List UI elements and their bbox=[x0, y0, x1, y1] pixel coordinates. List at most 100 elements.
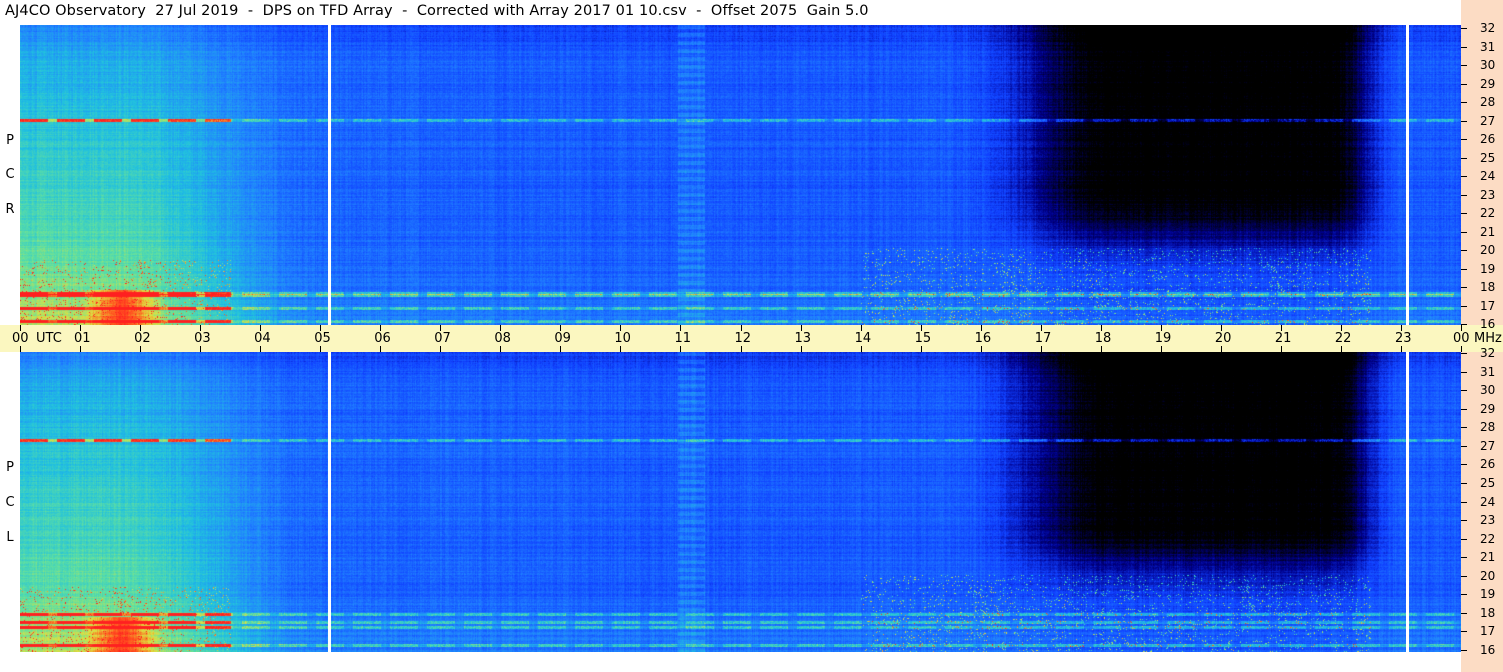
data-gap-line bbox=[1405, 25, 1409, 325]
mhz-unit-label: MHz bbox=[1474, 331, 1502, 346]
frequency-tick-label: 21 bbox=[1480, 224, 1496, 239]
time-tick-mark bbox=[440, 325, 442, 331]
frequency-tick-label: 28 bbox=[1480, 95, 1496, 109]
frequency-tick-label: 18 bbox=[1480, 605, 1496, 620]
time-tick-mark bbox=[800, 346, 802, 352]
time-tick-mark bbox=[1400, 325, 1402, 331]
time-tick-mark bbox=[500, 346, 502, 352]
frequency-tick-mark bbox=[1461, 120, 1467, 122]
frequency-tick-label: 19 bbox=[1480, 587, 1496, 602]
frequency-tick-label: 16 bbox=[1480, 317, 1496, 331]
time-tick-mark bbox=[140, 325, 142, 331]
time-tick-mark bbox=[1400, 346, 1402, 352]
time-tick-mark bbox=[1100, 346, 1102, 352]
time-tick-mark bbox=[1220, 325, 1222, 331]
frequency-tick-mark bbox=[1461, 28, 1467, 29]
frequency-tick-label: 21 bbox=[1480, 550, 1496, 565]
time-tick-mark bbox=[80, 325, 82, 331]
time-tick-label: 17 bbox=[1034, 331, 1052, 346]
time-tick-label: 22 bbox=[1334, 331, 1352, 346]
frequency-tick-mark bbox=[1461, 575, 1467, 577]
time-tick-label: 01 bbox=[74, 331, 91, 346]
time-tick-mark bbox=[500, 325, 502, 331]
time-tick-label: 00 bbox=[12, 331, 29, 346]
time-tick-mark bbox=[320, 346, 322, 352]
lcp-spectrogram bbox=[20, 352, 1461, 652]
time-tick-label: 18 bbox=[1094, 331, 1112, 346]
frequency-tick-label: 18 bbox=[1480, 280, 1496, 294]
frequency-tick-label: 22 bbox=[1480, 206, 1496, 220]
time-tick-mark bbox=[1220, 346, 1222, 352]
lcp-spectrogram-panel bbox=[20, 352, 1461, 652]
time-tick-mark bbox=[380, 346, 382, 352]
frequency-tick-label: 16 bbox=[1480, 643, 1496, 657]
lcp-letter-p: P bbox=[6, 460, 14, 475]
time-tick-mark bbox=[980, 325, 982, 331]
time-tick-mark bbox=[740, 346, 742, 352]
time-tick-mark bbox=[860, 325, 862, 331]
rcp-letter-r: R bbox=[5, 202, 15, 217]
time-tick-mark bbox=[1461, 325, 1462, 331]
frequency-tick-mark bbox=[1461, 482, 1467, 484]
time-tick-mark bbox=[1160, 325, 1162, 331]
time-tick-mark bbox=[800, 325, 802, 331]
frequency-tick-mark bbox=[1461, 176, 1467, 177]
time-tick-mark bbox=[1100, 325, 1102, 331]
frequency-tick-mark bbox=[1461, 445, 1467, 447]
time-tick-mark bbox=[860, 346, 862, 352]
frequency-tick-mark bbox=[1461, 408, 1467, 410]
frequency-tick-mark bbox=[1461, 46, 1467, 48]
time-tick-label: 02 bbox=[134, 331, 151, 346]
frequency-tick-label: 23 bbox=[1480, 513, 1496, 528]
frequency-tick-label: 27 bbox=[1480, 113, 1496, 128]
time-tick-label: 00 bbox=[1453, 331, 1470, 346]
frequency-tick-label: 30 bbox=[1480, 58, 1496, 72]
data-gap-line bbox=[328, 25, 332, 325]
frequency-tick-mark bbox=[1461, 83, 1467, 85]
frequency-tick-label: 32 bbox=[1480, 21, 1496, 35]
frequency-tick-label: 29 bbox=[1480, 401, 1496, 416]
frequency-tick-label: 31 bbox=[1480, 39, 1496, 54]
time-tick-mark bbox=[980, 346, 982, 352]
time-tick-label: 23 bbox=[1394, 331, 1412, 346]
time-tick-label: 06 bbox=[374, 331, 391, 346]
time-tick-label: 05 bbox=[314, 331, 331, 346]
time-tick-label: 20 bbox=[1214, 331, 1232, 346]
frequency-tick-mark bbox=[1461, 268, 1467, 270]
time-tick-mark bbox=[1340, 346, 1342, 352]
rcp-spectrogram bbox=[20, 25, 1461, 325]
frequency-tick-label: 30 bbox=[1480, 383, 1496, 398]
frequency-tick-label: 24 bbox=[1480, 169, 1496, 183]
frequency-tick-label: 26 bbox=[1480, 457, 1496, 472]
time-tick-mark bbox=[1461, 346, 1462, 352]
time-tick-mark bbox=[920, 325, 922, 331]
time-tick-mark bbox=[80, 346, 82, 352]
frequency-tick-label: 17 bbox=[1480, 624, 1496, 639]
time-tick-label: 07 bbox=[434, 331, 451, 346]
time-tick-mark bbox=[1040, 325, 1042, 331]
frequency-tick-mark bbox=[1461, 305, 1467, 307]
frequency-tick-label: 20 bbox=[1480, 568, 1496, 583]
time-tick-label: 21 bbox=[1274, 331, 1292, 346]
frequency-tick-label: 19 bbox=[1480, 261, 1496, 276]
frequency-tick-label: 32 bbox=[1480, 346, 1496, 360]
frequency-tick-mark bbox=[1461, 594, 1467, 596]
frequency-tick-mark bbox=[1461, 650, 1467, 651]
time-tick-mark bbox=[20, 325, 21, 331]
time-tick-mark bbox=[20, 346, 21, 352]
frequency-tick-mark bbox=[1461, 538, 1467, 540]
utc-unit-label: UTC bbox=[36, 331, 62, 346]
frequency-tick-mark bbox=[1461, 231, 1467, 233]
frequency-tick-label: 24 bbox=[1480, 494, 1496, 509]
time-tick-mark bbox=[740, 325, 742, 331]
time-tick-mark bbox=[620, 325, 622, 331]
frequency-tick-mark bbox=[1461, 631, 1467, 633]
time-tick-label: 08 bbox=[494, 331, 511, 346]
time-tick-mark bbox=[680, 325, 682, 331]
frequency-tick-mark bbox=[1461, 520, 1467, 522]
time-tick-mark bbox=[320, 325, 322, 331]
time-tick-mark bbox=[1280, 346, 1282, 352]
data-gap-line bbox=[1405, 352, 1409, 652]
time-tick-mark bbox=[1160, 346, 1162, 352]
data-gap-line bbox=[328, 352, 332, 652]
